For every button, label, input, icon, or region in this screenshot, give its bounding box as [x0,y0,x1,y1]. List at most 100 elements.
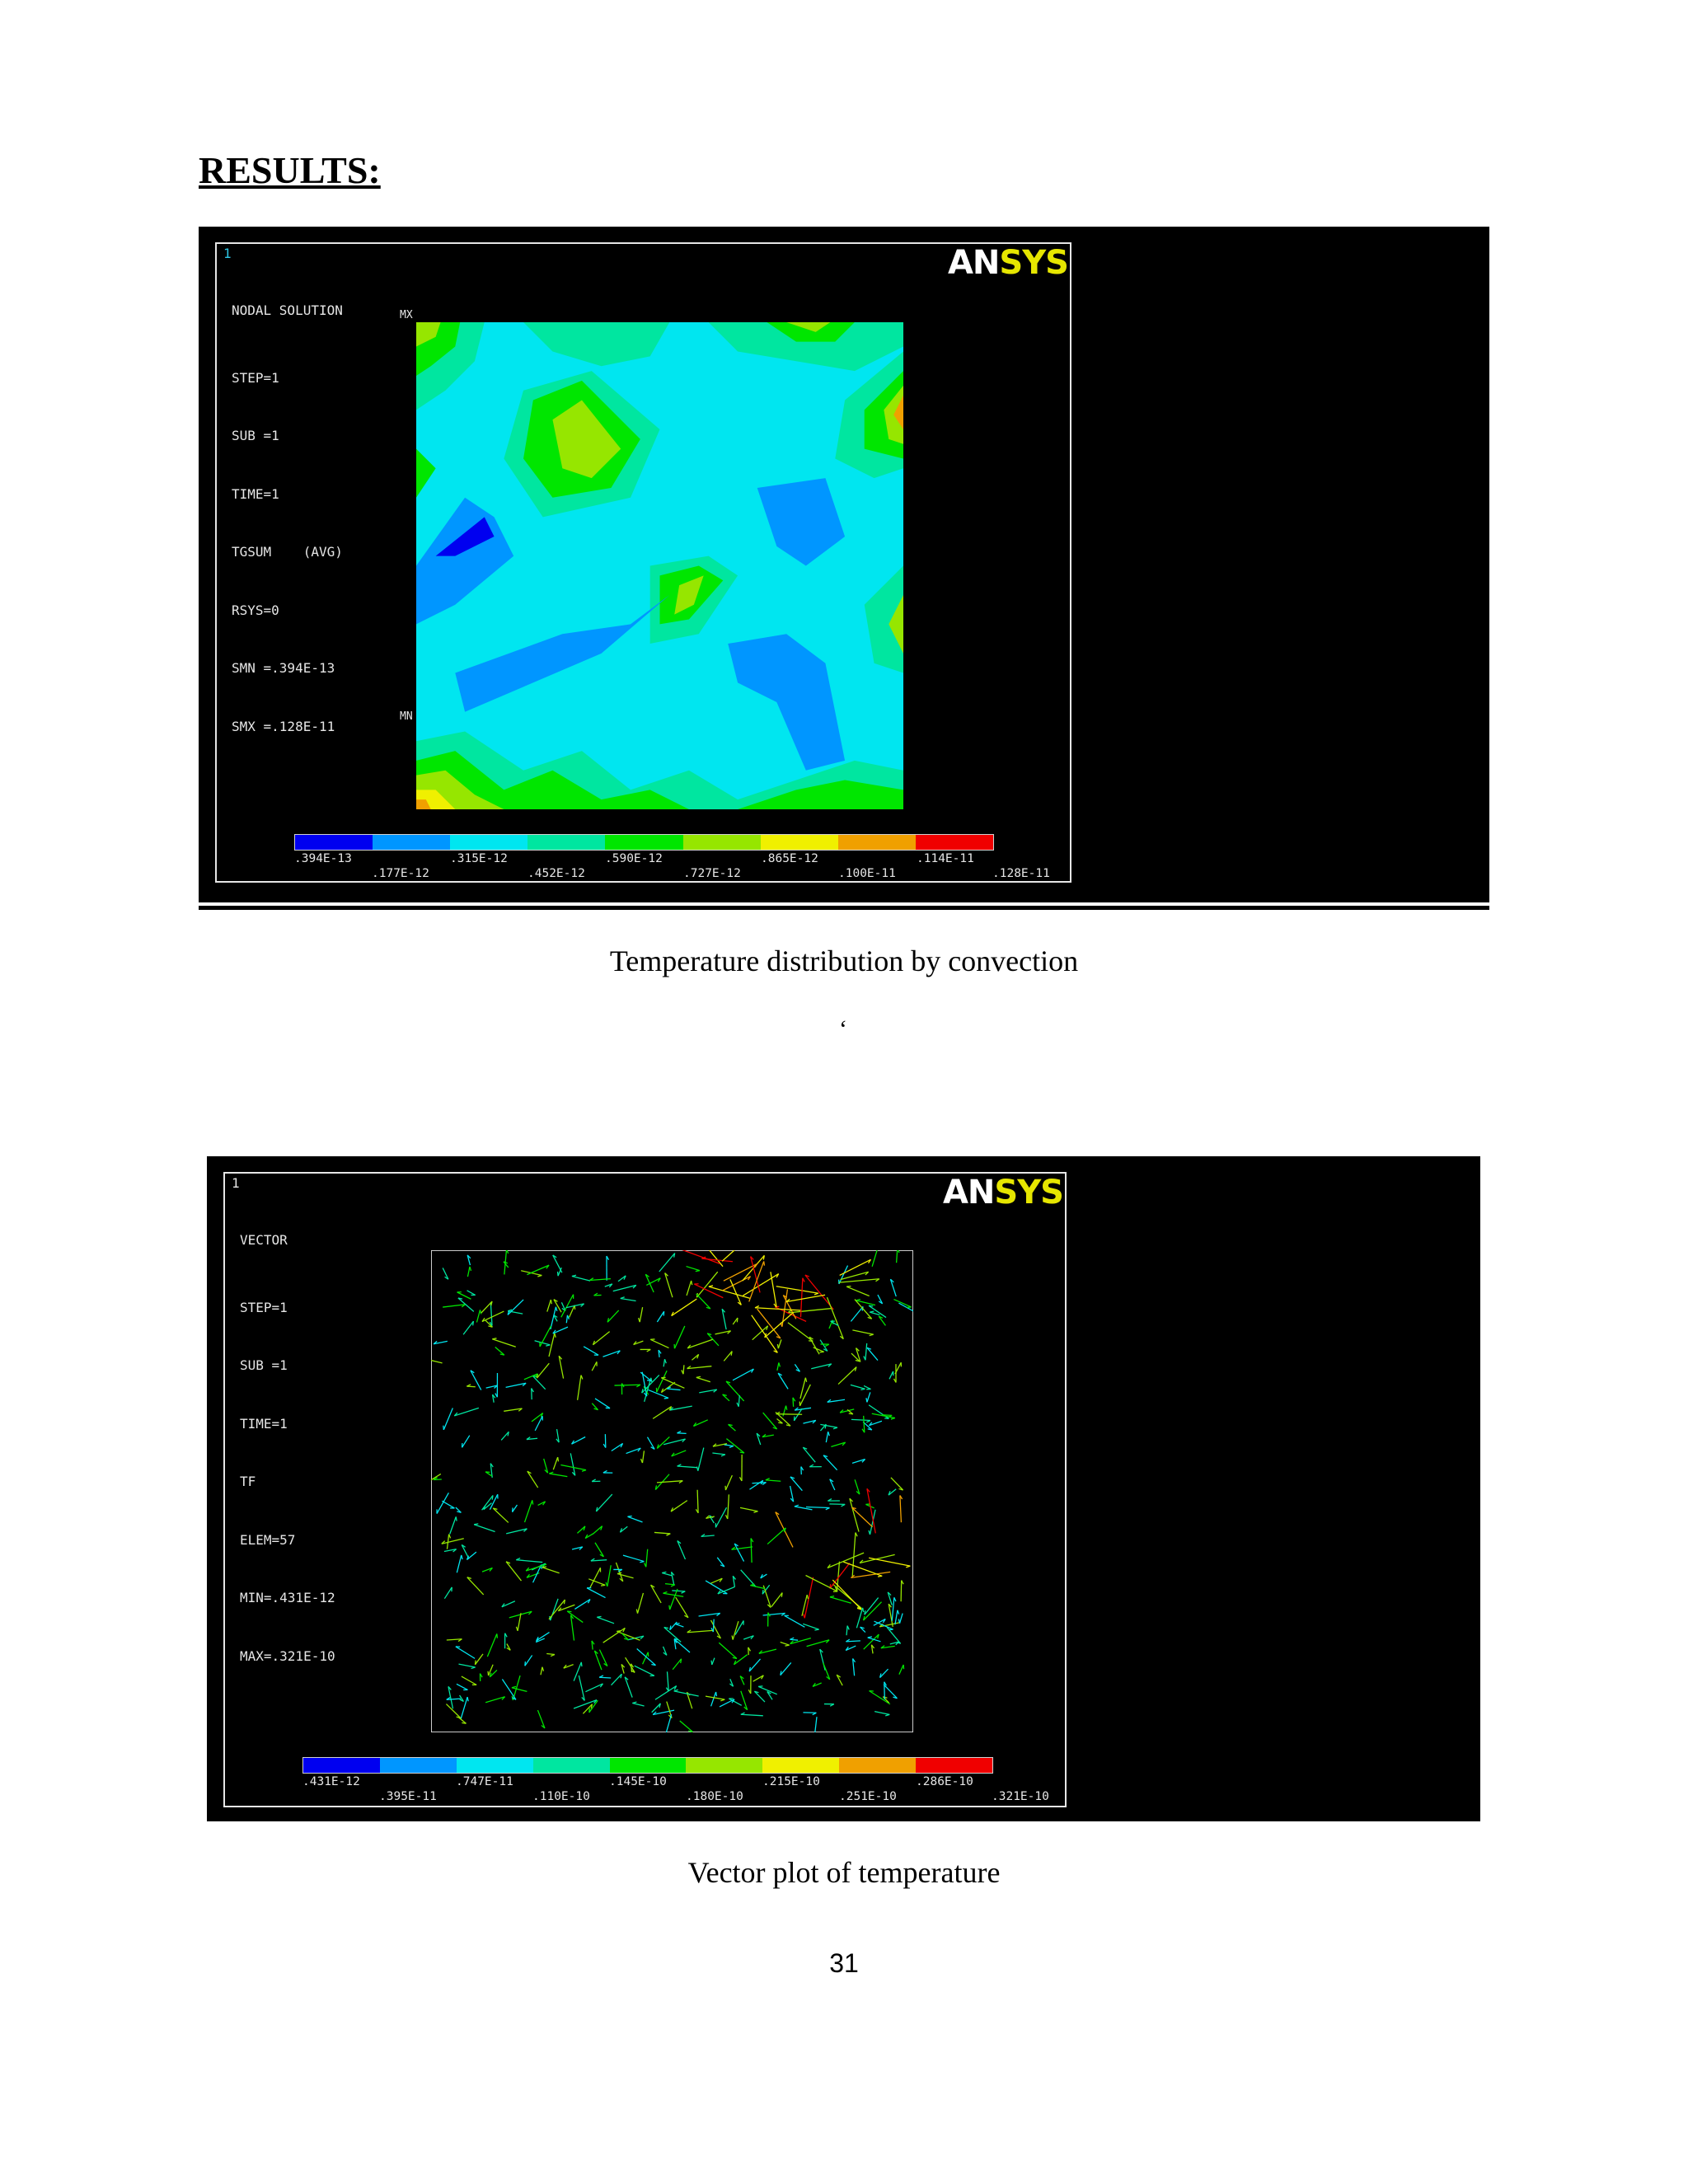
vector-arrow [467,1385,476,1388]
vector-arrow [431,1359,443,1364]
info-sub: SUB =1 [232,428,279,443]
legend-tick: .114E-11 [917,852,974,865]
vector-arrow [814,1717,818,1732]
vector-arrow-head [860,1388,865,1391]
vector-arrow-head [778,1362,781,1367]
vector-arrow [727,1494,729,1520]
vector-arrow-head [566,1315,570,1319]
vector-arrow [846,1625,848,1636]
vector-arrow-head [492,1338,497,1340]
vector-arrow [673,1325,686,1349]
vector-arrow [894,1610,898,1625]
vector-arrow [886,1627,902,1644]
vector-arrow-head [524,1661,527,1666]
vector-arrow-head [869,1333,874,1337]
results-heading: RESULTS: [199,149,381,191]
vector-arrow [846,1286,870,1297]
vector-arrow [750,1584,766,1590]
vector-arrow [696,1293,711,1310]
vector-arrow [838,1278,879,1283]
vector-arrow-head [532,1500,534,1505]
vector-arrow [866,1347,879,1361]
legend-tick: .747E-11 [456,1775,513,1788]
legend-segment [605,835,683,850]
vector-arrow-head [868,1305,874,1307]
vector-arrow [651,1703,661,1713]
info-step: STEP=1 [232,369,279,386]
vector-arrow [675,1596,689,1619]
vector-arrow [725,1380,745,1402]
vector-arrow [574,1599,591,1610]
vector-arrow-head [736,1317,738,1323]
vector-arrow [641,1451,645,1464]
vector-arrow [890,1477,904,1491]
vector-arrow [589,1277,611,1282]
info-time: TIME=1 [232,485,279,502]
legend-segment [760,835,838,850]
vector-arrow [765,1479,781,1482]
info-result-item: TGSUM (AVG) [232,544,343,560]
vector-arrow [826,1296,844,1339]
vector-arrow [879,1668,889,1679]
vector-arrow-head [472,1320,475,1326]
vector-arrow [511,1687,528,1693]
vector-arrow-head [663,1591,668,1594]
vector-arrow [570,1615,575,1641]
vector-arrow-head [729,1445,734,1448]
vector-arrow [803,1623,819,1630]
info-result-item: TF [240,1474,256,1489]
vector-arrow [898,1613,903,1624]
vector-arrow [675,1623,684,1628]
vector-arrow [552,1456,559,1470]
vector-arrow [656,1436,670,1449]
vector-arrow [476,1310,481,1323]
vector-arrow [724,1444,734,1447]
window-number: 1 [223,246,232,261]
vector-arrow [750,1538,753,1563]
vector-arrow [712,1452,725,1455]
vector-arrow [495,1346,505,1356]
vector-arrow [652,1405,673,1419]
vector-arrow [849,1497,860,1532]
vector-arrow-head [762,1589,764,1595]
legend-segment [456,1758,533,1773]
figure2-caption: Vector plot of temperature [687,1856,1001,1889]
legend-tick: .251E-10 [839,1790,897,1803]
ansys-logo: ANSYS [942,1174,1064,1212]
color-legend-bar [294,834,994,851]
window-number: 1 [232,1175,240,1191]
legend-tick: .110E-10 [532,1790,590,1803]
vector-arrow [895,1250,898,1263]
temperature-contour-plot [416,322,903,809]
info-time: TIME=1 [240,1415,288,1432]
vector-arrow [583,1346,599,1356]
vector-arrow [531,1413,543,1422]
legend-tick: .394E-13 [294,852,352,865]
vector-arrow [588,1578,606,1586]
vector-arrow-head [580,1375,584,1380]
vector-arrow [489,1493,499,1510]
vector-arrow [837,1366,857,1385]
vector-arrow [686,1280,692,1296]
min-marker: MN [400,710,413,723]
vector-arrow [552,1254,563,1273]
vector-arrow [636,1592,645,1614]
vector-arrow [787,1322,814,1343]
vector-arrow-head [479,1310,482,1315]
vector-arrow-head [673,1689,678,1692]
vector-arrow [679,1720,693,1732]
vector-arrow [843,1561,883,1577]
vector-arrow-head [467,1696,469,1702]
legend-tick: .727E-12 [683,867,741,880]
vector-plot-figure: 1 VECTOR STEP=1 SUB =1 TIME=1 TF ELEM=57… [207,1156,1480,1821]
vector-arrow [790,1638,799,1641]
vector-arrow [663,1592,684,1597]
vector-arrow-head [556,1271,559,1277]
vector-arrows-group [431,1250,913,1732]
vector-arrow [607,1565,612,1587]
vector-arrow-head [763,1261,766,1266]
vector-arrow [662,1572,673,1577]
vector-arrow [443,1408,453,1431]
vector-arrow-head [696,1376,701,1378]
vector-arrow [851,1571,891,1579]
